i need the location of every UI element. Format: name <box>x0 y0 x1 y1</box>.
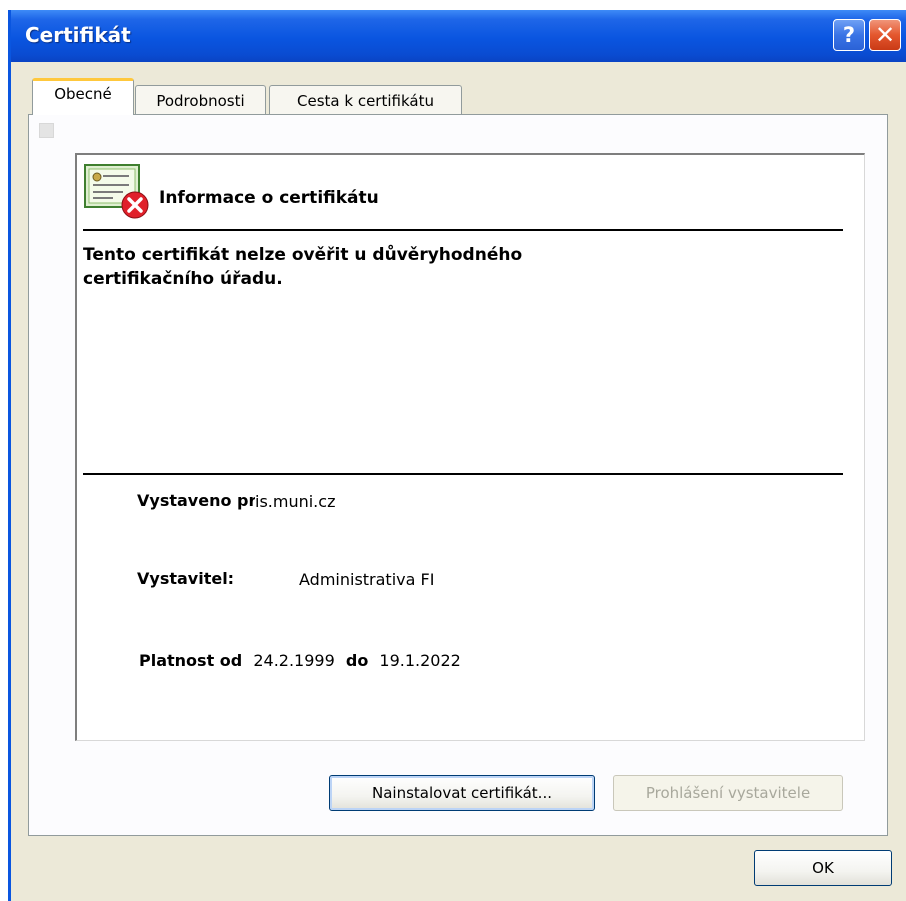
tab-certification-path-label: Cesta k certifikátu <box>297 91 434 110</box>
certificate-warning: Tento certifikát nelze ověřit u důvěryho… <box>83 243 783 291</box>
install-certificate-button[interactable]: Nainstalovat certifikát... <box>329 775 595 811</box>
tab-details[interactable]: Podrobnosti <box>135 85 266 115</box>
issued-to-value: is.muni.cz <box>255 492 336 511</box>
close-icon: ✕ <box>874 21 896 49</box>
heading-divider <box>83 229 843 231</box>
general-tab-panel: Informace o certifikátu Tento certifikát… <box>28 114 888 836</box>
ok-button[interactable]: OK <box>754 850 892 886</box>
warning-line-1: Tento certifikát nelze ověřit u důvěryho… <box>83 245 523 265</box>
panel-corner-marker <box>39 123 54 138</box>
question-mark-icon: ? <box>842 23 856 47</box>
valid-to-label: do <box>345 651 369 670</box>
issuer-statement-button[interactable]: Prohlášení vystavitele <box>613 775 843 811</box>
title-bar[interactable]: Certifikát ? ✕ <box>11 10 906 62</box>
issuer-label: Vystavitel: <box>137 569 235 588</box>
certificate-error-icon <box>83 163 155 227</box>
certificate-dialog: Certifikát ? ✕ Obecné Podrobnosti Cesta … <box>8 10 906 901</box>
install-certificate-label: Nainstalovat certifikát... <box>372 784 552 802</box>
warning-line-2: certifikačního úřadu. <box>83 269 283 289</box>
close-button[interactable]: ✕ <box>869 19 901 51</box>
certificate-info-heading: Informace o certifikátu <box>159 188 379 208</box>
issuer-statement-label: Prohlášení vystavitele <box>645 784 811 802</box>
tab-details-label: Podrobnosti <box>156 91 245 110</box>
validity-row: Platnost od 24.2.1999 do 19.1.2022 <box>139 651 467 670</box>
issued-to-label: Vystaveno pro: <box>137 491 255 510</box>
window-title: Certifikát <box>25 23 131 47</box>
valid-to-value: 19.1.2022 <box>379 651 461 670</box>
issuer-value: Administrativa FI <box>299 570 435 589</box>
valid-from-label: Platnost od <box>139 651 243 670</box>
certificate-info-box: Informace o certifikátu Tento certifikát… <box>75 153 865 741</box>
ok-label: OK <box>812 859 834 877</box>
help-button[interactable]: ? <box>833 19 865 51</box>
valid-from-value: 24.2.1999 <box>253 651 335 670</box>
details-divider <box>83 473 843 475</box>
tab-certification-path[interactable]: Cesta k certifikátu <box>269 85 462 115</box>
tab-general-label: Obecné <box>54 85 112 103</box>
tab-general[interactable]: Obecné <box>32 78 134 115</box>
